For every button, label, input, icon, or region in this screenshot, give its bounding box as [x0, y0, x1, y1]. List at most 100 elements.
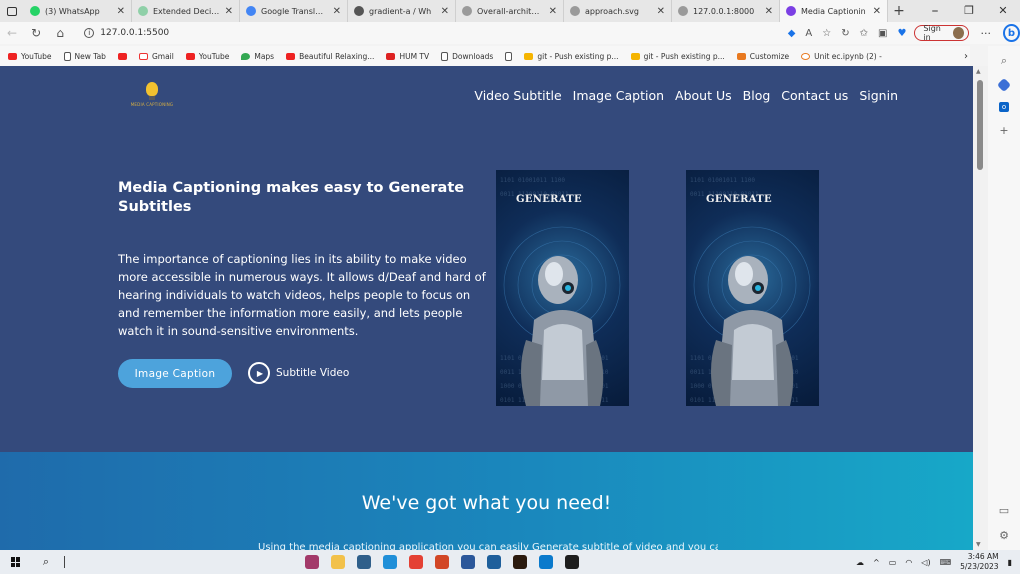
scroll-down-icon[interactable]: ▼ — [976, 541, 981, 548]
terminal-icon[interactable] — [565, 555, 579, 569]
outlook-icon[interactable]: o — [999, 102, 1009, 112]
refresh-button[interactable]: ↻ — [24, 26, 48, 40]
copilot-icon[interactable] — [996, 77, 1012, 93]
weather-icon[interactable]: ☁ — [856, 558, 864, 567]
minimize-button[interactable]: ⎯ — [918, 4, 952, 18]
bookmark-item[interactable]: git - Push existing p... — [630, 52, 725, 61]
add-sidebar-app-icon[interactable]: + — [999, 124, 1008, 137]
workspaces-icon[interactable] — [0, 0, 24, 22]
browser-tab[interactable]: Extended Decisio ✕ — [132, 0, 240, 22]
close-window-button[interactable]: ✕ — [986, 4, 1020, 18]
bing-chat-button[interactable]: b — [1003, 24, 1020, 42]
extension-icon[interactable]: ◆ — [788, 28, 796, 39]
bookmark-item[interactable]: YouTube — [8, 52, 52, 61]
browser-tab[interactable]: gradient-a / Wh ✕ — [348, 0, 456, 22]
browser-tab[interactable]: (3) WhatsApp ✕ — [24, 0, 132, 22]
bookmark-item[interactable]: YouTube — [185, 52, 229, 61]
back-button[interactable]: ← — [0, 26, 24, 40]
browser-tab[interactable]: Overall-architect ✕ — [456, 0, 564, 22]
taskbar-search-icon[interactable]: ⌕ — [32, 555, 60, 569]
nav-link-video-subtitle[interactable]: Video Subtitle — [474, 88, 561, 103]
close-tab-icon[interactable]: ✕ — [549, 6, 557, 17]
tab-list: (3) WhatsApp ✕ Extended Decisio ✕ Google Tra… — [24, 0, 888, 22]
nav-link-about-us[interactable]: About Us — [675, 88, 732, 103]
image-caption-button[interactable]: Image Caption — [118, 359, 232, 388]
bookmark-item[interactable] — [117, 52, 127, 61]
close-tab-icon[interactable]: ✕ — [657, 6, 665, 17]
tab-title: Extended Decisio — [153, 6, 220, 16]
clock-time: 3:46 AM — [967, 552, 999, 561]
browser-tab[interactable]: 127.0.0.1:8000 ✕ — [672, 0, 780, 22]
bookmark-item[interactable]: Beautiful Relaxing... — [286, 52, 374, 61]
restore-button[interactable]: ❐ — [952, 4, 986, 18]
close-tab-icon[interactable]: ✕ — [441, 6, 449, 17]
start-button[interactable] — [0, 557, 32, 567]
bookmark-item[interactable]: Downloads — [441, 51, 493, 61]
bookmark-item[interactable]: git - Push existing p... — [524, 52, 619, 61]
close-tab-icon[interactable]: ✕ — [333, 6, 341, 17]
settings-more-button[interactable]: ··· — [981, 27, 992, 40]
nav-link-contact-us[interactable]: Contact us — [781, 88, 848, 103]
battery-icon[interactable]: ▭ — [889, 558, 897, 567]
bookmark-item[interactable]: Maps — [241, 52, 274, 61]
browser-tab[interactable]: approach.svg ✕ — [564, 0, 672, 22]
nav-link-image-caption[interactable]: Image Caption — [573, 88, 664, 103]
close-tab-icon[interactable]: ✕ — [765, 6, 773, 17]
favorite-star-icon[interactable]: ☆ — [822, 28, 831, 39]
powerpoint-icon[interactable] — [435, 555, 449, 569]
bookmark-item[interactable] — [505, 51, 513, 61]
scroll-up-icon[interactable]: ▲ — [976, 68, 981, 75]
scrollbar-thumb[interactable] — [977, 80, 983, 170]
close-tab-icon[interactable]: ✕ — [117, 6, 125, 17]
illustrator-icon[interactable] — [513, 555, 527, 569]
close-tab-icon[interactable]: ✕ — [225, 6, 233, 17]
sidebar-settings-icon[interactable]: ⚙ — [999, 529, 1009, 542]
site-logo[interactable]: MEDIA CAPTIONING — [128, 82, 176, 116]
nav-link-signin[interactable]: Signin — [859, 88, 898, 103]
bookmark-item[interactable]: HUM TV — [386, 52, 429, 61]
site-info-icon[interactable]: i — [84, 28, 95, 38]
page-scrollbar[interactable]: ▲ ▼ — [973, 66, 988, 550]
clock[interactable]: 3:46 AM 5/23/2023 — [960, 552, 998, 572]
file-explorer-icon[interactable] — [331, 555, 345, 569]
bookmark-item[interactable]: New Tab — [63, 51, 106, 61]
new-tab-button[interactable]: + — [888, 3, 910, 19]
bookmark-item[interactable]: Gmail — [138, 52, 174, 61]
bookmark-item[interactable]: Unit ec.ipynb (2) - — [801, 52, 882, 61]
address-field[interactable]: i 127.0.0.1:5500 — [76, 24, 781, 42]
robot-illustration: 1101 01001011 11000011 11100110 01011 11… — [500, 177, 621, 406]
chrome-icon[interactable] — [409, 555, 423, 569]
notifications-icon[interactable]: ▮ — [1008, 558, 1012, 567]
tray-chevron-icon[interactable]: ^ — [873, 558, 880, 567]
close-tab-icon[interactable]: ✕ — [873, 6, 881, 17]
browser-tab[interactable]: Media Captionin ✕ — [780, 0, 888, 22]
refresh-extension-icon[interactable]: ↻ — [841, 28, 849, 39]
sidebar-layout-icon[interactable]: ▭ — [999, 504, 1009, 517]
svg-text:1101 01001011 1100: 1101 01001011 1100 — [500, 177, 565, 184]
browser-tab[interactable]: Google Translate ✕ — [240, 0, 348, 22]
app-icon[interactable] — [357, 555, 371, 569]
winrar-icon[interactable] — [305, 555, 319, 569]
bookmark-item[interactable]: Customize — [736, 52, 789, 61]
volume-icon[interactable]: ◁) — [921, 558, 930, 567]
main-nav: Video Subtitle Image Caption About Us Blog C… — [474, 88, 898, 103]
tab-title: Media Captionin — [801, 6, 866, 16]
bookmark-list: YouTube New Tab Gmail YouTube Maps Beautiful … — [8, 51, 882, 61]
favorites-icon[interactable]: ✩ — [860, 28, 868, 39]
bookmarks-overflow-chevron-icon[interactable]: › — [964, 51, 968, 62]
home-button[interactable]: ⌂ — [48, 26, 72, 40]
read-aloud-icon[interactable]: A — [805, 28, 812, 39]
search-icon[interactable]: ⌕ — [1001, 54, 1007, 68]
avatar — [952, 27, 964, 39]
collections-icon[interactable]: ▣ — [878, 28, 887, 39]
profile-signin-button[interactable]: Sign in — [914, 24, 969, 42]
vscode-icon[interactable] — [539, 555, 553, 569]
photos-icon[interactable] — [487, 555, 501, 569]
word-icon[interactable] — [461, 555, 475, 569]
edge-icon[interactable] — [383, 555, 397, 569]
nav-link-blog[interactable]: Blog — [743, 88, 771, 103]
browser-essentials-icon[interactable]: ♥ — [897, 28, 906, 39]
network-icon[interactable]: ◠ — [905, 558, 912, 567]
subtitle-video-button[interactable]: ▶ Subtitle Video — [248, 362, 349, 384]
keyboard-icon[interactable]: ⌨ — [940, 558, 952, 567]
